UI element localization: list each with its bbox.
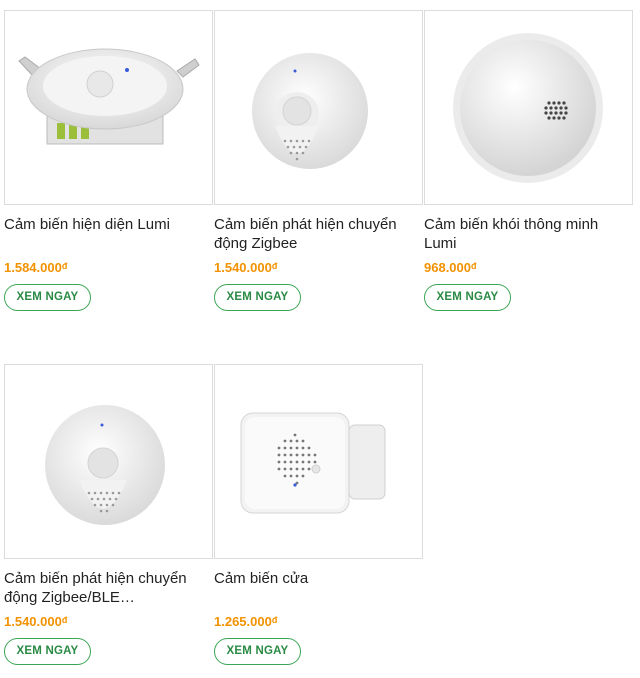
ceiling-presence-sensor-icon bbox=[18, 48, 200, 145]
product-price: 968.000đ bbox=[424, 260, 634, 278]
product-title[interactable]: Cảm biến phát hiện chuyển động Zigbee bbox=[214, 215, 414, 253]
product-image[interactable] bbox=[424, 10, 633, 205]
product-image[interactable] bbox=[214, 364, 423, 559]
product-card: Cảm biến hiện diện Lumi 1.584.000đ XEM N… bbox=[4, 10, 214, 311]
motion-sensor-icon bbox=[45, 405, 165, 525]
product-price: 1.540.000đ bbox=[214, 260, 424, 278]
currency-symbol: đ bbox=[271, 261, 278, 271]
product-price: 1.540.000đ bbox=[4, 614, 214, 632]
product-card: Cảm biến khói thông minh Lumi 968.000đ X… bbox=[424, 10, 634, 311]
product-price: 1.265.000đ bbox=[214, 614, 424, 632]
view-now-button[interactable]: XEM NGAY bbox=[214, 638, 301, 665]
price-value: 968.000 bbox=[424, 260, 471, 275]
product-card: Cảm biến cửa 1.265.000đ XEM NGAY bbox=[214, 364, 424, 665]
view-now-button[interactable]: XEM NGAY bbox=[424, 284, 511, 311]
product-title[interactable]: Cảm biến khói thông minh Lumi bbox=[424, 215, 624, 253]
product-image[interactable] bbox=[4, 364, 213, 559]
price-value: 1.265.000 bbox=[214, 614, 272, 629]
product-card: Cảm biến phát hiện chuyển động Zigbee 1.… bbox=[214, 10, 424, 311]
product-title[interactable]: Cảm biến phát hiện chuyển động Zigbee/BL… bbox=[4, 569, 204, 607]
view-now-button[interactable]: XEM NGAY bbox=[214, 284, 301, 311]
product-title[interactable]: Cảm biến hiện diện Lumi bbox=[4, 215, 204, 253]
price-value: 1.540.000 bbox=[214, 260, 272, 275]
price-value: 1.540.000 bbox=[4, 614, 62, 629]
smoke-detector-icon bbox=[453, 33, 603, 183]
view-now-button[interactable]: XEM NGAY bbox=[4, 284, 91, 311]
view-now-button[interactable]: XEM NGAY bbox=[4, 638, 91, 665]
currency-symbol: đ bbox=[61, 261, 68, 271]
currency-symbol: đ bbox=[61, 615, 68, 625]
door-sensor-icon bbox=[240, 412, 386, 514]
product-card: Cảm biến phát hiện chuyển động Zigbee/BL… bbox=[4, 364, 214, 665]
product-title[interactable]: Cảm biến cửa bbox=[214, 569, 414, 607]
product-image[interactable] bbox=[4, 10, 213, 205]
product-image[interactable] bbox=[214, 10, 423, 205]
motion-sensor-icon bbox=[252, 53, 368, 169]
product-price: 1.584.000đ bbox=[4, 260, 214, 278]
currency-symbol: đ bbox=[471, 261, 477, 271]
price-value: 1.584.000 bbox=[4, 260, 62, 275]
currency-symbol: đ bbox=[271, 615, 278, 625]
